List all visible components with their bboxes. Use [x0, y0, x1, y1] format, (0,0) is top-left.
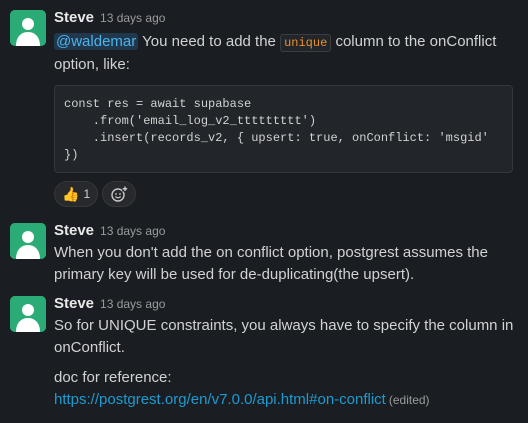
reaction-thumbs-up[interactable]: 👍 1 — [54, 181, 99, 207]
avatar[interactable] — [10, 10, 46, 46]
timestamp[interactable]: 13 days ago — [100, 224, 165, 238]
reaction-count: 1 — [83, 187, 91, 201]
message-1: Steve 13 days ago @waldemar You need to a… — [0, 0, 528, 215]
text-segment: You need to add the — [138, 33, 281, 50]
add-reaction-button[interactable] — [102, 181, 137, 207]
reactions-bar: 👍 1 — [54, 181, 137, 207]
timestamp[interactable]: 13 days ago — [100, 297, 165, 311]
user-mention[interactable]: @waldemar — [54, 33, 139, 50]
author-name[interactable]: Steve — [54, 222, 94, 239]
inline-code: unique — [280, 34, 332, 52]
author-name[interactable]: Steve — [54, 295, 94, 312]
message-header: Steve 13 days ago — [54, 295, 165, 313]
user-avatar-icon — [10, 10, 46, 46]
message-3: Steve 13 days ago So for UNIQUE constrain… — [0, 290, 528, 423]
message-header: Steve 13 days ago — [54, 222, 165, 240]
author-name[interactable]: Steve — [54, 9, 94, 26]
user-avatar-icon — [10, 296, 46, 332]
message-2: Steve 13 days ago When you don't add the … — [0, 215, 528, 290]
message-header: Steve 13 days ago — [54, 9, 165, 27]
timestamp[interactable]: 13 days ago — [100, 11, 165, 25]
message-text: When you don't add the on conflict optio… — [54, 244, 488, 283]
edited-label: (edited) — [388, 393, 430, 407]
message-text: So for UNIQUE constraints, you always ha… — [54, 317, 514, 356]
avatar[interactable] — [10, 223, 46, 259]
message-link-line: https://postgrest.org/en/v7.0.0/api.html… — [54, 389, 518, 411]
message-text-2: doc for reference: — [54, 369, 172, 386]
reference-link[interactable]: https://postgrest.org/en/v7.0.0/api.html… — [54, 391, 386, 408]
code-block: const res = await supabase .from('email_… — [54, 85, 513, 173]
add-reaction-icon — [111, 186, 128, 202]
thumbs-up-icon: 👍 — [62, 185, 80, 202]
avatar[interactable] — [10, 296, 46, 332]
user-avatar-icon — [10, 223, 46, 259]
message-text: @waldemar You need to add the unique col… — [54, 31, 518, 76]
